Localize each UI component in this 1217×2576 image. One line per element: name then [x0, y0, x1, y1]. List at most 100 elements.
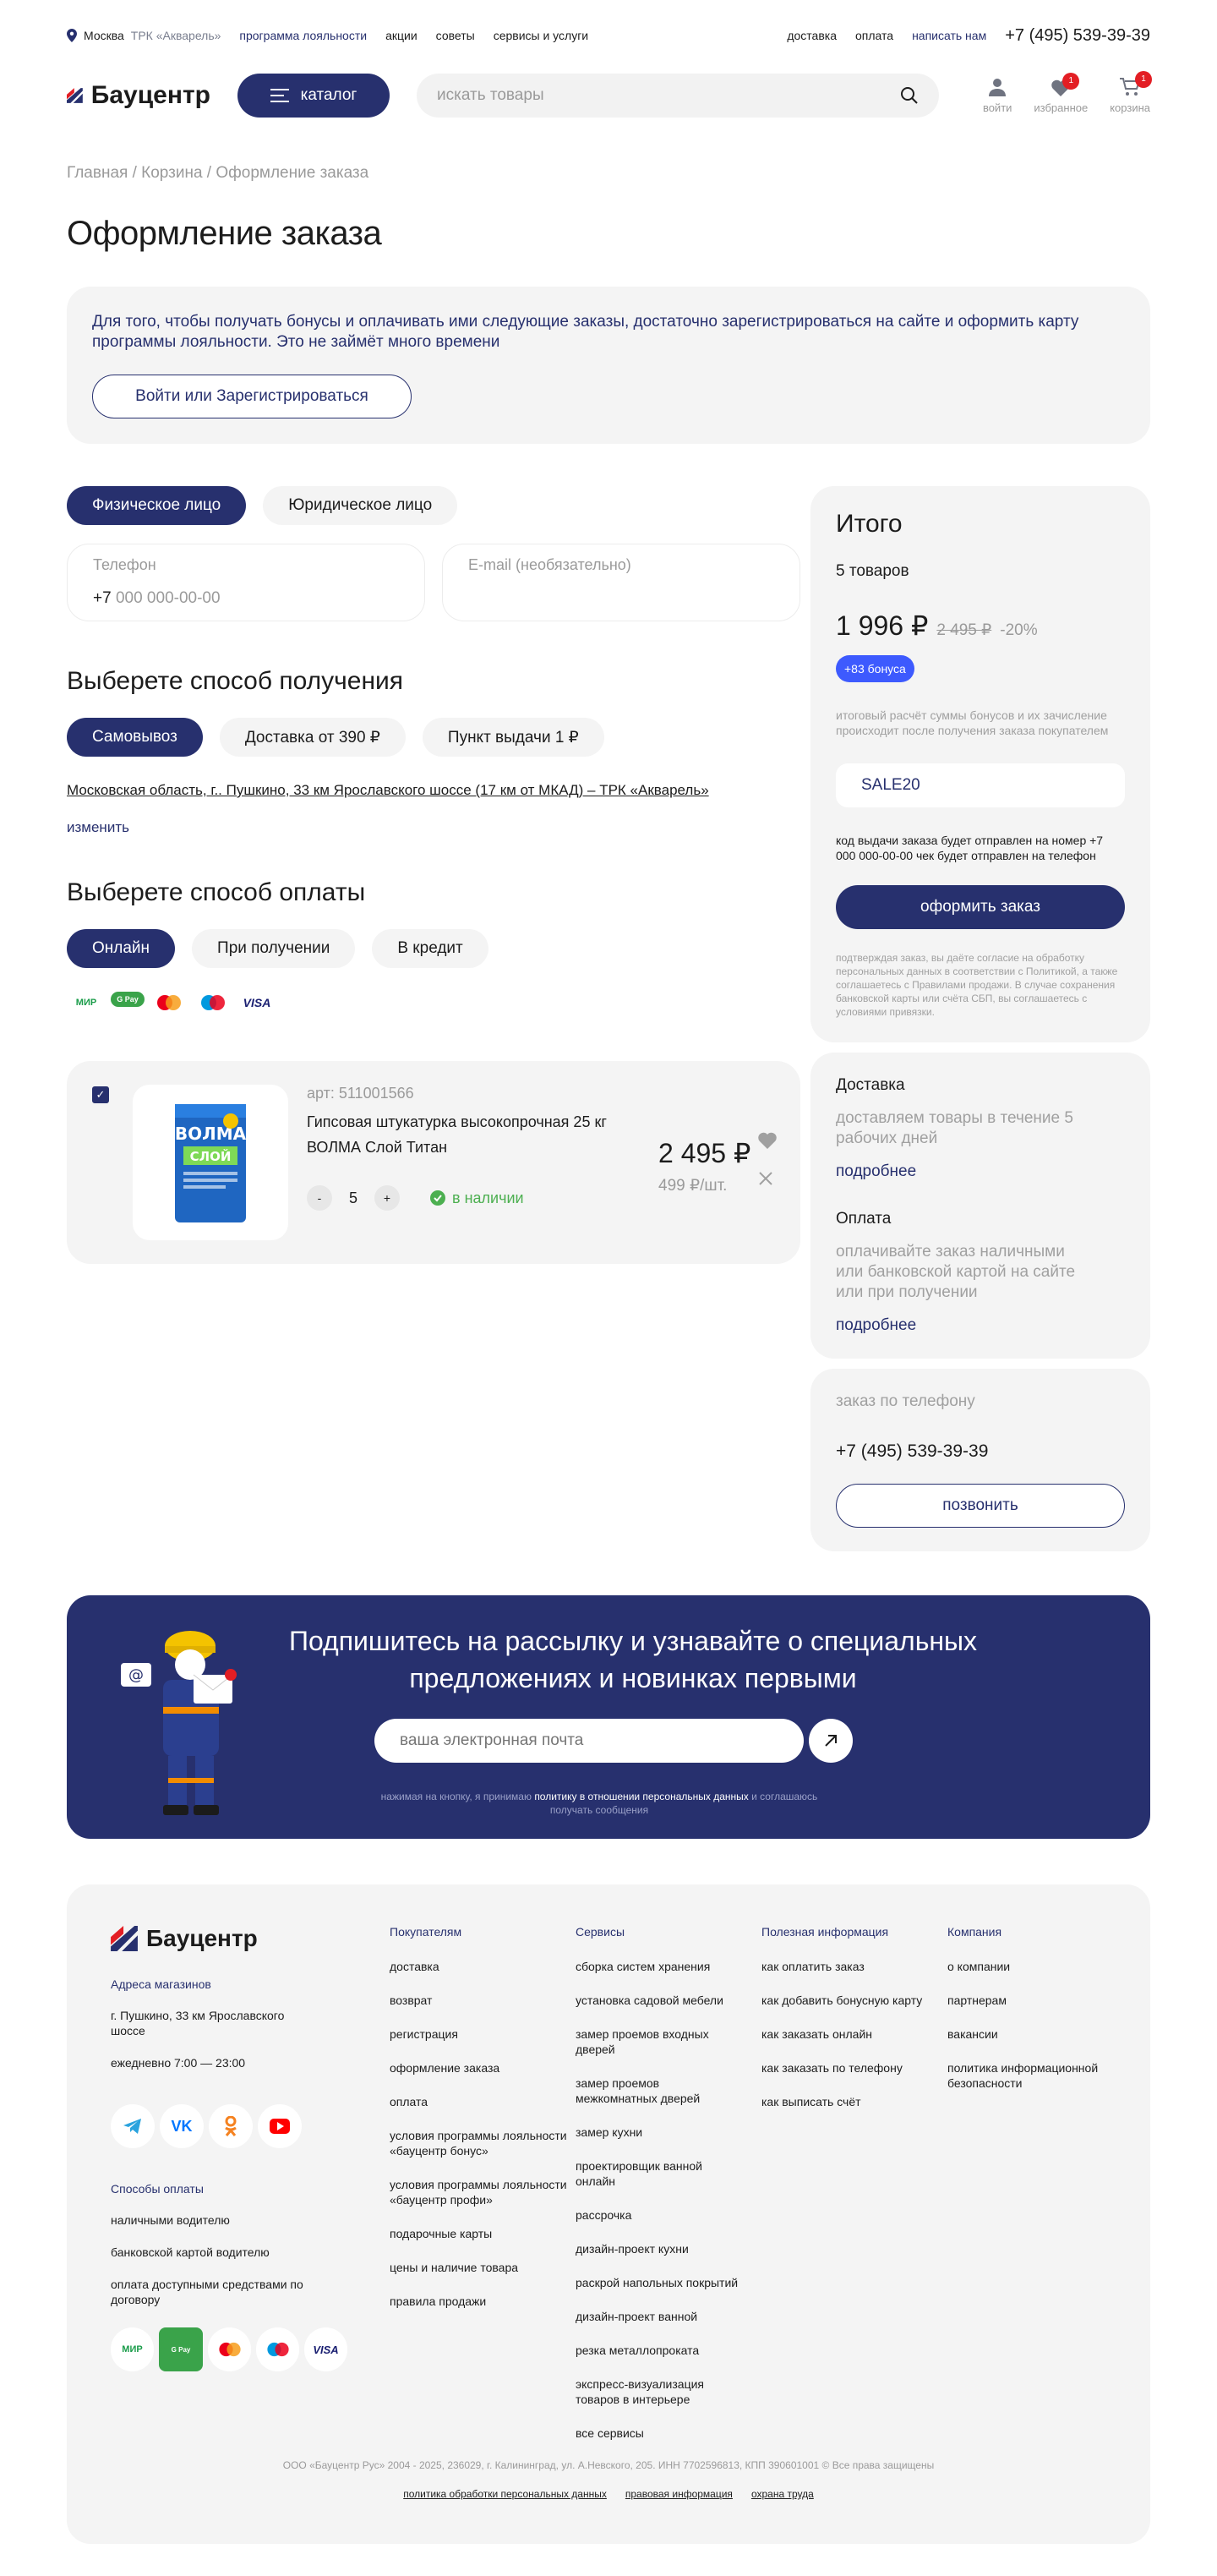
- qty-increase-button[interactable]: +: [374, 1185, 400, 1211]
- nav-tips[interactable]: советы: [436, 29, 475, 42]
- footer-link[interactable]: дизайн-проект кухни: [576, 2241, 761, 2256]
- footer-link[interactable]: сборка систем хранения: [576, 1959, 761, 1974]
- pay-on-receipt-option[interactable]: При получении: [192, 929, 356, 968]
- qty-value[interactable]: 5: [346, 1190, 361, 1207]
- footer-link[interactable]: правила продажи: [390, 2294, 576, 2309]
- nav-write-us[interactable]: написать нам: [912, 29, 986, 42]
- footer-link[interactable]: оформление заказа: [390, 2060, 576, 2076]
- login-link[interactable]: войти: [983, 78, 1012, 114]
- product-unit-price: 499 ₽/шт.: [658, 1177, 728, 1195]
- footer-link[interactable]: условия программы лояльности «бауцентр б…: [390, 2128, 576, 2158]
- footer-link[interactable]: партнерам: [947, 1993, 1133, 2008]
- delivery-more-link[interactable]: подробнее: [836, 1162, 1125, 1181]
- vk-icon[interactable]: VK: [160, 2104, 204, 2148]
- footer-link[interactable]: политика информационной безопасности: [947, 2060, 1108, 2091]
- footer-link[interactable]: все сервисы: [576, 2426, 761, 2441]
- footer-link[interactable]: замер проемов межкомнатных дверей: [576, 2076, 736, 2106]
- breadcrumb[interactable]: Главная / Корзина / Оформление заказа: [67, 164, 1150, 183]
- telegram-icon[interactable]: [111, 2104, 155, 2148]
- footer-link[interactable]: вакансии: [947, 2026, 1133, 2042]
- newsletter-banner: @ Подпишитесь на рассылку и узнавайте о …: [67, 1595, 1150, 1839]
- call-button[interactable]: позвонить: [836, 1484, 1125, 1528]
- close-icon[interactable]: [758, 1171, 773, 1186]
- phone-field[interactable]: Телефон +7 000 000-00-00: [67, 544, 425, 621]
- footer-link[interactable]: регистрация: [390, 2026, 576, 2042]
- footer-link[interactable]: как оплатить заказ: [761, 1959, 947, 1974]
- cart-link[interactable]: 1 корзина: [1110, 70, 1152, 114]
- product-name[interactable]: Гипсовая штукатурка высокопрочная 25 кг …: [307, 1109, 611, 1160]
- payment-more-link[interactable]: подробнее: [836, 1316, 1125, 1335]
- odnoklassniki-icon[interactable]: [209, 2104, 253, 2148]
- location-selector[interactable]: Москва ТРК «Акварель»: [67, 29, 221, 42]
- footer-link[interactable]: как заказать онлайн: [761, 2026, 947, 2042]
- search-input[interactable]: [437, 86, 870, 105]
- header-phone[interactable]: +7 (495) 539-39-39: [1005, 26, 1150, 46]
- change-address-link[interactable]: изменить: [67, 819, 800, 836]
- nav-promotions[interactable]: акции: [385, 29, 417, 42]
- footer-link[interactable]: раскрой напольных покрытий: [576, 2275, 761, 2290]
- footer-link[interactable]: дизайн-проект ванной: [576, 2309, 761, 2324]
- favorites-link[interactable]: 1 избранное: [1034, 72, 1088, 114]
- mir-icon: МИР: [111, 2327, 154, 2371]
- footer-link[interactable]: доставка: [390, 1959, 576, 1974]
- footer-link[interactable]: проектировщик ванной онлайн: [576, 2158, 736, 2189]
- footer-link[interactable]: установка садовой мебели: [576, 1993, 761, 2008]
- privacy-policy-link[interactable]: политику в отношении персональных данных: [534, 1791, 748, 1802]
- youtube-icon[interactable]: [258, 2104, 302, 2148]
- pickup-address[interactable]: Московская область, г.. Пушкино, 33 км Я…: [67, 779, 709, 802]
- phone-order-number[interactable]: +7 (495) 539-39-39: [836, 1441, 1125, 1462]
- delivery-info-title: Доставка: [836, 1076, 905, 1094]
- stores-label[interactable]: Адреса магазинов: [111, 1977, 347, 1991]
- nav-services[interactable]: сервисы и услуги: [494, 29, 588, 42]
- newsletter-email-input[interactable]: [374, 1719, 804, 1763]
- email-field[interactable]: E-mail (необязательно): [442, 544, 800, 621]
- footer-link[interactable]: замер проемов входных дверей: [576, 2026, 736, 2057]
- promo-code-field[interactable]: SALE20: [836, 763, 1125, 807]
- code-info: код выдачи заказа будет отправлен на ном…: [836, 834, 1104, 862]
- item-checkbox[interactable]: ✓: [92, 1086, 109, 1103]
- footer-link[interactable]: замер кухни: [576, 2125, 761, 2140]
- place-order-button[interactable]: оформить заказ: [836, 885, 1125, 929]
- login-register-button[interactable]: Войти или Зарегистрироваться: [92, 375, 412, 418]
- newsletter-legal: нажимая на кнопку, я принимаю политику в…: [363, 1790, 836, 1817]
- footer-logo[interactable]: Бауцентр: [111, 1925, 297, 1952]
- buyer-individual-tab[interactable]: Физическое лицо: [67, 486, 247, 525]
- store-label[interactable]: ТРК «Акварель»: [131, 29, 221, 42]
- footer-link[interactable]: экспресс-визуализация товаров в интерьер…: [576, 2376, 736, 2407]
- footer-link[interactable]: цены и наличие товара: [390, 2260, 576, 2275]
- footer-link[interactable]: рассрочка: [576, 2207, 761, 2223]
- search-icon[interactable]: [900, 86, 919, 105]
- footer-link[interactable]: оплата: [390, 2094, 576, 2109]
- newsletter-submit-button[interactable]: [809, 1719, 853, 1763]
- personal-data-policy-link[interactable]: политика обработки персональных данных: [403, 2488, 607, 2500]
- footer-link[interactable]: возврат: [390, 1993, 576, 2008]
- nav-payment[interactable]: оплата: [855, 29, 893, 42]
- nav-loyalty[interactable]: программа лояльности: [239, 29, 367, 42]
- store-address: г. Пушкино, 33 км Ярославского шоссе: [111, 2009, 285, 2037]
- pickup-point-option[interactable]: Пункт выдачи 1 ₽: [422, 718, 604, 757]
- qty-decrease-button[interactable]: -: [307, 1185, 332, 1211]
- delivery-payment-info: Доставка доставляем товары в течение 5 р…: [810, 1053, 1150, 1359]
- site-logo[interactable]: Бауцентр: [67, 81, 210, 110]
- heart-icon[interactable]: [758, 1132, 777, 1149]
- nav-delivery[interactable]: доставка: [787, 29, 837, 42]
- legal-info-link[interactable]: правовая информация: [625, 2488, 733, 2500]
- footer-link[interactable]: резка металлопроката: [576, 2343, 761, 2358]
- pickup-option[interactable]: Самовывоз: [67, 718, 203, 757]
- catalog-button[interactable]: каталог: [237, 74, 390, 118]
- pay-credit-option[interactable]: В кредит: [372, 929, 488, 968]
- footer-link[interactable]: как заказать по телефону: [761, 2060, 947, 2076]
- footer-link[interactable]: условия программы лояльности «бауцентр п…: [390, 2177, 576, 2207]
- labor-safety-link[interactable]: охрана труда: [751, 2488, 814, 2500]
- buyer-legal-tab[interactable]: Юридическое лицо: [263, 486, 458, 525]
- footer-link[interactable]: как добавить бонусную карту: [761, 1993, 947, 2008]
- loyalty-notice: Для того, чтобы получать бонусы и оплачи…: [67, 287, 1150, 444]
- footer-link[interactable]: как выписать счёт: [761, 2094, 947, 2109]
- footer-link[interactable]: подарочные карты: [390, 2226, 576, 2241]
- footer-link[interactable]: о компании: [947, 1959, 1133, 1974]
- footer-payment-systems: МИР G Pay VISA: [111, 2327, 347, 2371]
- login-label: войти: [982, 101, 1012, 114]
- product-image[interactable]: ВОЛМА СЛОЙ: [133, 1085, 288, 1240]
- pay-online-option[interactable]: Онлайн: [67, 929, 176, 968]
- courier-option[interactable]: Доставка от 390 ₽: [219, 718, 406, 757]
